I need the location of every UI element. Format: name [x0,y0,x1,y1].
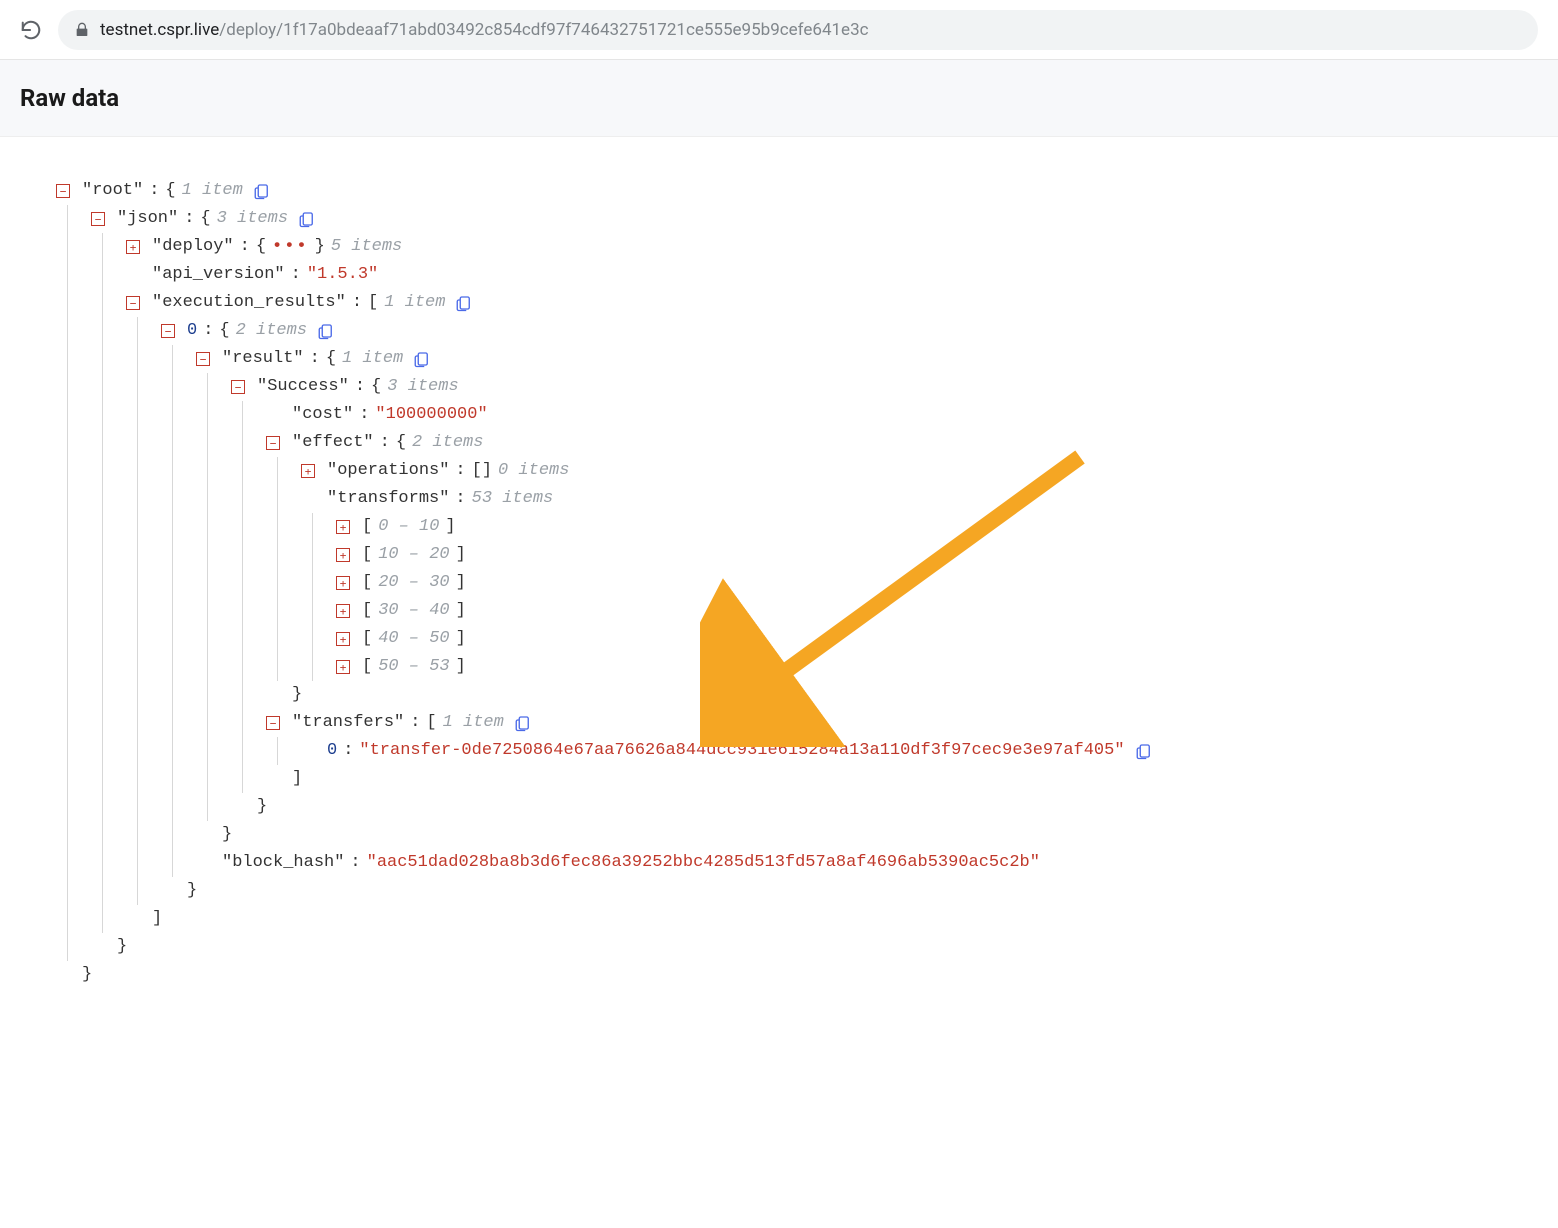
clipboard-icon[interactable] [514,714,532,732]
expand-icon[interactable]: + [301,464,315,478]
collapse-icon[interactable]: − [56,184,70,198]
meta-success: 3 items [387,373,458,401]
key-transfers: "transfers" [292,709,404,737]
key-effect: "effect" [292,429,374,457]
collapse-icon[interactable]: − [266,436,280,450]
close-bracket: ] [292,765,302,793]
key-success: "Success" [257,373,349,401]
clipboard-icon[interactable] [298,210,316,228]
key-execution-results: "execution_results" [152,289,346,317]
expand-icon[interactable]: + [336,548,350,562]
meta-operations: 0 items [498,457,569,485]
collapse-icon[interactable]: − [91,212,105,226]
val-cost: "100000000" [375,401,487,429]
close-bracket: ] [152,905,162,933]
collapse-icon[interactable]: − [126,296,140,310]
clipboard-icon[interactable] [317,322,335,340]
key-api-version: "api_version" [152,261,285,289]
meta-transforms: 53 items [472,485,554,513]
expand-icon[interactable]: + [336,576,350,590]
close-brace: } [292,681,302,709]
range-50-53: 50 – 53 [378,653,449,681]
key-result: "result" [222,345,304,373]
expand-icon[interactable]: + [336,520,350,534]
meta-effect: 2 items [412,429,483,457]
val-api-version: "1.5.3" [307,261,378,289]
idx-0: 0 [187,317,197,345]
key-operations: "operations" [327,457,449,485]
clipboard-icon[interactable] [1135,742,1153,760]
collapse-icon[interactable]: − [161,324,175,338]
close-brace: } [117,933,127,961]
key-cost: "cost" [292,401,353,429]
meta-json: 3 items [217,205,288,233]
transfer-idx: 0 [327,737,337,765]
lock-icon [74,22,90,38]
ellipsis-icon: ••• [272,233,309,261]
meta-0: 2 items [236,317,307,345]
close-brace: } [222,821,232,849]
page-title: Raw data [0,60,1558,137]
clipboard-icon[interactable] [253,182,271,200]
meta-deploy: 5 items [331,233,402,261]
close-brace: } [82,961,92,989]
expand-icon[interactable]: + [126,240,140,254]
reload-icon[interactable] [20,19,42,41]
key-deploy: "deploy" [152,233,234,261]
key-json: "json" [117,205,178,233]
close-brace: } [187,877,197,905]
val-block-hash: "aac51dad028ba8b3d6fec86a39252bbc4285d51… [367,849,1040,877]
key-block-hash: "block_hash" [222,849,344,877]
key-root: "root" [82,177,143,205]
expand-icon[interactable]: + [336,660,350,674]
meta-exec: 1 item [384,289,445,317]
range-40-50: 40 – 50 [378,625,449,653]
range-20-30: 20 – 30 [378,569,449,597]
clipboard-icon[interactable] [413,350,431,368]
range-0-10: 0 – 10 [378,513,439,541]
expand-icon[interactable]: + [336,604,350,618]
val-transfer: "transfer-0de7250864e67aa76626a844dcc931… [359,737,1124,765]
collapse-icon[interactable]: − [266,716,280,730]
key-transforms: "transforms" [327,485,449,513]
meta-result: 1 item [342,345,403,373]
url-text: testnet.cspr.live/deploy/1f17a0bdeaaf71a… [100,20,869,40]
collapse-icon[interactable]: − [196,352,210,366]
clipboard-icon[interactable] [455,294,473,312]
close-brace: } [257,793,267,821]
json-viewer: − "root" :{ 1 item − "json" :{ 3 items +… [0,137,1558,1029]
meta-root: 1 item [182,177,243,205]
range-30-40: 30 – 40 [378,597,449,625]
meta-transfers: 1 item [443,709,504,737]
range-10-20: 10 – 20 [378,541,449,569]
address-bar[interactable]: testnet.cspr.live/deploy/1f17a0bdeaaf71a… [58,10,1538,50]
expand-icon[interactable]: + [336,632,350,646]
collapse-icon[interactable]: − [231,380,245,394]
browser-bar: testnet.cspr.live/deploy/1f17a0bdeaaf71a… [0,0,1558,60]
